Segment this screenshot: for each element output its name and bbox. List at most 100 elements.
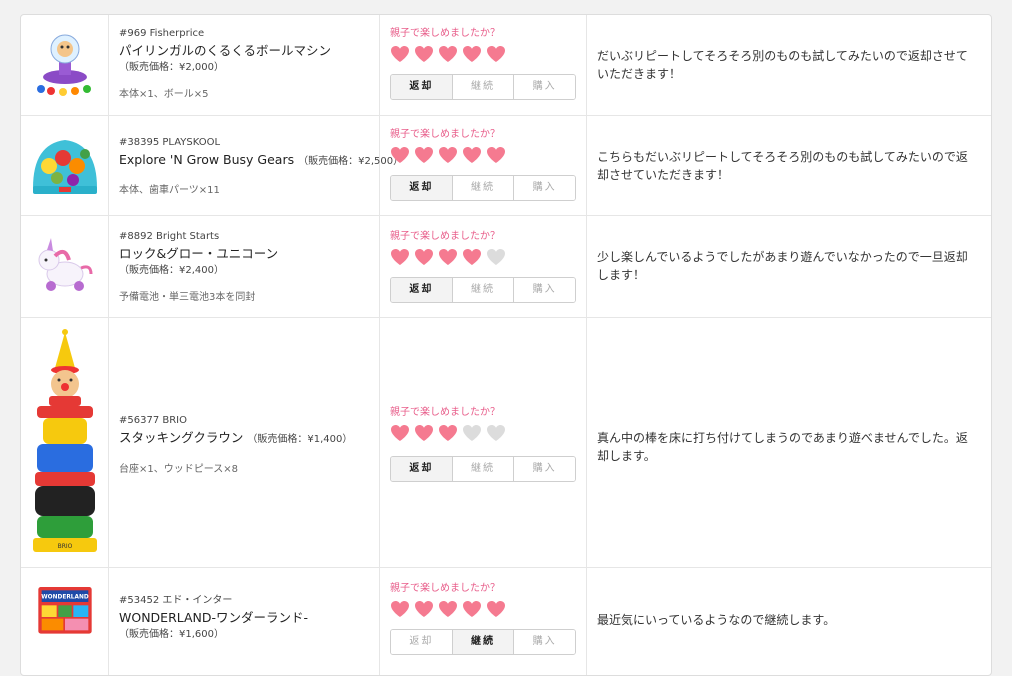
table-row: BRIO #56377 BRIO スタッキングクラウン （販売価格：¥1,400… — [21, 318, 991, 568]
heart-icon[interactable] — [438, 45, 458, 63]
return-button[interactable]: 返却 — [391, 75, 453, 99]
heart-icon[interactable] — [438, 146, 458, 164]
rating-cell: 親子で楽しめましたか？ 返却 継続 購入 — [380, 116, 587, 215]
heart-icon[interactable] — [486, 424, 506, 442]
product-name: パイリンガルのくるくるボールマシン — [119, 43, 332, 58]
comment-cell: だいぶリピートしてそろそろ別のものも試してみたいので返却させていただきます！ — [587, 15, 991, 115]
product-info-cell: #38395 PLAYSKOOL Explore 'N Grow Busy Ge… — [109, 116, 403, 215]
comment-cell: 最近気にいっているようなので継続します。 — [587, 568, 991, 675]
heart-icon[interactable] — [390, 248, 410, 266]
product-info-cell: #8892 Bright Starts ロック&グロー・ユニコーン （販売価格：… — [109, 216, 380, 317]
action-button-group: 返却 継続 購入 — [390, 74, 576, 100]
continue-button[interactable]: 継続 — [452, 630, 515, 654]
heart-icon[interactable] — [414, 45, 434, 63]
purchase-button[interactable]: 購入 — [514, 630, 575, 654]
stacking-clown-toy-icon: BRIO — [33, 329, 97, 552]
table-row: WONDERLAND #53452 エド・インター WONDERLAND-ワンダ… — [21, 568, 991, 675]
continue-button[interactable]: 継続 — [452, 457, 515, 481]
heart-icon[interactable] — [462, 424, 482, 442]
product-name: Explore 'N Grow Busy Gears （販売価格：¥2,500） — [119, 151, 403, 170]
heart-icon[interactable] — [462, 146, 482, 164]
product-sku: #38395 PLAYSKOOL — [119, 137, 221, 148]
product-price: （販売価格：¥1,600） — [119, 629, 224, 640]
heart-rating[interactable] — [390, 45, 578, 65]
comment-text: 真ん中の棒を床に打ち付けてしまうのであまり遊べませんでした。返却します。 — [597, 431, 968, 463]
continue-button[interactable]: 継続 — [452, 176, 515, 200]
wonderland-box-toy-icon: WONDERLAND — [38, 587, 92, 634]
heart-icon[interactable] — [462, 248, 482, 266]
product-image-cell: BRIO — [21, 318, 109, 567]
return-button[interactable]: 返却 — [391, 457, 453, 481]
product-info-cell: #56377 BRIO スタッキングクラウン （販売価格：¥1,400） 台座×… — [109, 318, 380, 567]
product-image-cell — [21, 15, 109, 115]
product-name: ロック&グロー・ユニコーン — [119, 246, 279, 261]
product-image-cell — [21, 216, 109, 317]
return-button[interactable]: 返却 — [391, 630, 453, 654]
heart-rating[interactable] — [390, 424, 578, 444]
heart-icon[interactable] — [414, 424, 434, 442]
heart-icon[interactable] — [390, 146, 410, 164]
heart-icon[interactable] — [438, 600, 458, 618]
heart-icon[interactable] — [462, 600, 482, 618]
return-button[interactable]: 返却 — [391, 278, 453, 302]
comment-text: 少し楽しんでいるようでしたがあまり遊んでいなかったので一旦返却します！ — [597, 250, 968, 282]
product-contents: 本体、歯車パーツ×11 — [119, 185, 220, 196]
action-button-group: 返却 継続 購入 — [390, 456, 576, 482]
heart-rating[interactable] — [390, 146, 578, 166]
heart-icon[interactable] — [462, 45, 482, 63]
heart-icon[interactable] — [414, 600, 434, 618]
purchase-button[interactable]: 購入 — [514, 278, 575, 302]
heart-icon[interactable] — [414, 146, 434, 164]
purchase-button[interactable]: 購入 — [514, 75, 575, 99]
rating-cell: 親子で楽しめましたか？ 返却 継続 購入 — [380, 568, 587, 675]
table-row: #38395 PLAYSKOOL Explore 'N Grow Busy Ge… — [21, 116, 991, 216]
brio-logo-text: BRIO — [58, 543, 73, 550]
wonderland-logo-text: WONDERLAND — [41, 595, 89, 601]
heart-icon[interactable] — [390, 45, 410, 63]
heart-icon[interactable] — [438, 424, 458, 442]
heart-icon[interactable] — [390, 424, 410, 442]
product-image-cell — [21, 116, 109, 215]
continue-button[interactable]: 継続 — [452, 75, 515, 99]
product-sku: #53452 エド・インター — [119, 595, 233, 606]
rental-review-table: #969 Fisherprice パイリンガルのくるくるボールマシン （販売価格… — [20, 14, 992, 676]
unicorn-toy-icon — [38, 238, 93, 291]
product-contents: 本体×1、ボール×5 — [119, 89, 209, 100]
heart-rating[interactable] — [390, 600, 578, 620]
product-name-text: スタッキングクラウン — [119, 430, 244, 445]
table-row: #969 Fisherprice パイリンガルのくるくるボールマシン （販売価格… — [21, 15, 991, 116]
product-info-cell: #53452 エド・インター WONDERLAND-ワンダーランド- （販売価格… — [109, 568, 380, 675]
heart-icon[interactable] — [486, 45, 506, 63]
ball-machine-toy-icon — [37, 34, 91, 96]
heart-icon[interactable] — [486, 248, 506, 266]
comment-cell: 少し楽しんでいるようでしたがあまり遊んでいなかったので一旦返却します！ — [587, 216, 991, 317]
product-name: WONDERLAND-ワンダーランド- — [119, 610, 309, 625]
heart-icon[interactable] — [390, 600, 410, 618]
action-button-group: 返却 継続 購入 — [390, 175, 576, 201]
action-button-group: 返却 継続 購入 — [390, 277, 576, 303]
purchase-button[interactable]: 購入 — [514, 176, 575, 200]
product-image-cell: WONDERLAND — [21, 568, 109, 675]
comment-cell: 真ん中の棒を床に打ち付けてしまうのであまり遊べませんでした。返却します。 — [587, 318, 991, 567]
comment-text: 最近気にいっているようなので継続します。 — [597, 613, 836, 627]
heart-icon[interactable] — [438, 248, 458, 266]
rating-cell: 親子で楽しめましたか？ 返却 継続 購入 — [380, 15, 587, 115]
product-sku: #8892 Bright Starts — [119, 231, 220, 242]
heart-icon[interactable] — [414, 248, 434, 266]
table-row: #8892 Bright Starts ロック&グロー・ユニコーン （販売価格：… — [21, 216, 991, 318]
heart-rating[interactable] — [390, 248, 578, 268]
rating-cell: 親子で楽しめましたか？ 返却 継続 購入 — [380, 216, 587, 317]
product-name-text: Explore 'N Grow Busy Gears — [119, 152, 295, 167]
product-contents: 台座×1、ウッドピース×8 — [119, 464, 238, 475]
rating-question: 親子で楽しめましたか？ — [390, 583, 500, 594]
purchase-button[interactable]: 購入 — [514, 457, 575, 481]
comment-cell: こちらもだいぶリピートしてそろそろ別のものも試してみたいので返却させていただきま… — [587, 116, 991, 215]
return-button[interactable]: 返却 — [391, 176, 453, 200]
continue-button[interactable]: 継続 — [452, 278, 515, 302]
heart-icon[interactable] — [486, 600, 506, 618]
product-price: （販売価格：¥2,400） — [119, 265, 224, 276]
rating-question: 親子で楽しめましたか？ — [390, 407, 500, 418]
heart-icon[interactable] — [486, 146, 506, 164]
product-price: （販売価格：¥1,400） — [247, 434, 353, 445]
product-contents: 予備電池・単三電池3本を同封 — [119, 292, 256, 303]
